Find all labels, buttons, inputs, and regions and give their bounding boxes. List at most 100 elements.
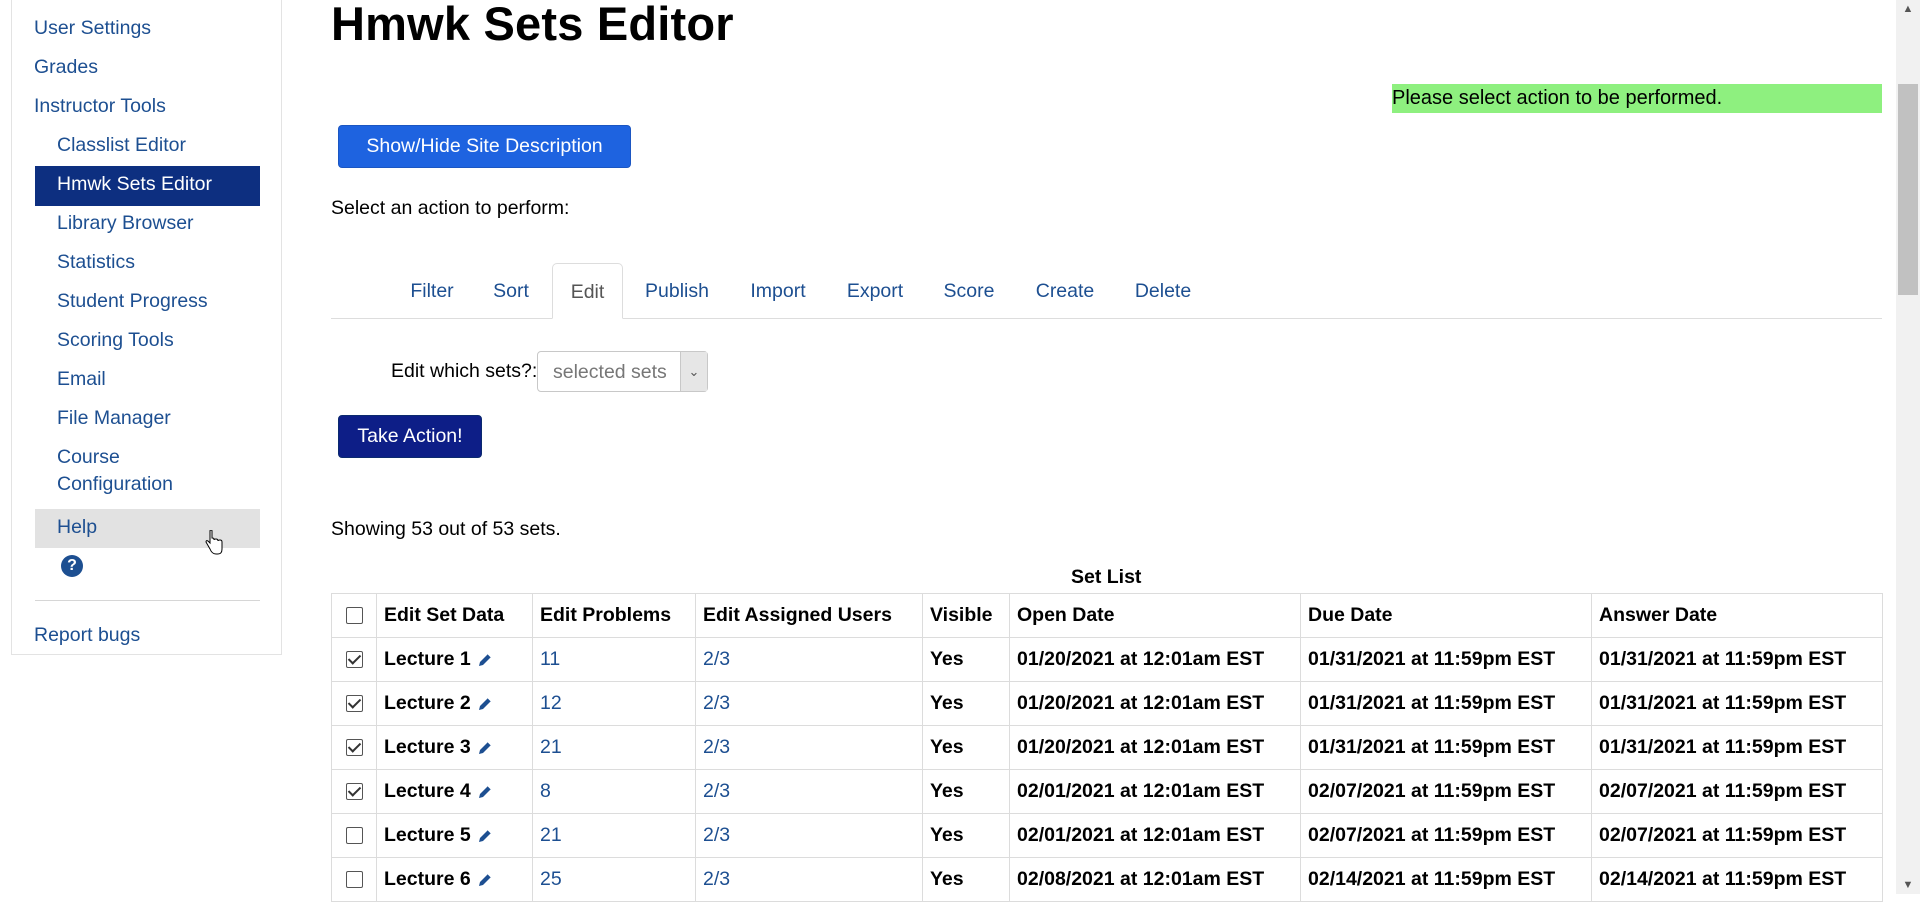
set-name: Lecture 1 [384, 648, 471, 670]
users-cell: 2/3 [695, 725, 923, 770]
edit-problems-link[interactable]: 25 [540, 868, 562, 890]
page-title: Hmwk Sets Editor [331, 0, 734, 50]
open-date-cell: 02/01/2021 at 12:01am EST [1009, 813, 1301, 858]
problems-cell: 8 [532, 769, 696, 814]
pencil-icon[interactable] [477, 872, 493, 888]
sidebar-item-scoring-tools[interactable]: Scoring Tools [57, 329, 174, 352]
due-date-cell: 01/31/2021 at 11:59pm EST [1300, 681, 1592, 726]
scroll-up-arrow-icon[interactable]: ▲ [1900, 2, 1916, 16]
select-all-cell [331, 593, 377, 638]
edit-which-sets-select[interactable]: selected sets ⌄ [537, 351, 708, 392]
sidebar-item-instructor-tools[interactable]: Instructor Tools [34, 95, 166, 118]
tab-export[interactable]: Export [833, 263, 917, 319]
problems-cell: 21 [532, 813, 696, 858]
pencil-icon[interactable] [477, 652, 493, 668]
table-row: Lecture 4 8 2/3 Yes 02/01/2021 at 12:01am ES… [331, 769, 1883, 814]
column-header[interactable]: Due Date [1300, 593, 1592, 638]
sidebar-item-file-manager[interactable]: File Manager [57, 407, 171, 430]
column-header[interactable]: Visible [922, 593, 1010, 638]
edit-assigned-users-link[interactable]: 2/3 [703, 868, 730, 890]
answer-date-cell: 02/07/2021 at 11:59pm EST [1591, 813, 1883, 858]
tab-filter[interactable]: Filter [397, 263, 467, 319]
hand-cursor-icon [205, 530, 223, 555]
row-checkbox[interactable] [345, 695, 363, 713]
edit-assigned-users-link[interactable]: 2/3 [703, 736, 730, 758]
column-header[interactable]: Answer Date [1591, 593, 1883, 638]
column-header[interactable]: Edit Set Data [376, 593, 533, 638]
answer-date-cell: 01/31/2021 at 11:59pm EST [1591, 725, 1883, 770]
select-all-checkbox[interactable] [345, 607, 363, 625]
answer-date-cell: 02/07/2021 at 11:59pm EST [1591, 769, 1883, 814]
edit-problems-link[interactable]: 21 [540, 824, 562, 846]
column-header[interactable]: Edit Problems [532, 593, 696, 638]
edit-problems-link[interactable]: 21 [540, 736, 562, 758]
table-row: Lecture 6 25 2/3 Yes 02/08/2021 at 12:01am E… [331, 857, 1883, 902]
edit-assigned-users-link[interactable]: 2/3 [703, 780, 730, 802]
pencil-icon[interactable] [477, 784, 493, 800]
open-date-cell: 01/20/2021 at 12:01am EST [1009, 725, 1301, 770]
chevron-down-icon: ⌄ [680, 352, 707, 391]
take-action-button[interactable]: Take Action! [338, 415, 482, 458]
open-date-cell: 02/01/2021 at 12:01am EST [1009, 769, 1301, 814]
set-name-cell: Lecture 5 [376, 813, 533, 858]
scrollbar-thumb[interactable] [1898, 84, 1918, 295]
visible-cell: Yes [922, 637, 1010, 682]
row-checkbox[interactable] [345, 739, 363, 757]
row-select-cell [331, 769, 377, 814]
set-name: Lecture 6 [384, 868, 471, 890]
row-checkbox[interactable] [345, 651, 363, 669]
column-header[interactable]: Edit Assigned Users [695, 593, 923, 638]
table-row: Lecture 1 11 2/3 Yes 01/20/2021 at 12:01am E… [331, 637, 1883, 682]
edit-assigned-users-link[interactable]: 2/3 [703, 648, 730, 670]
set-name-cell: Lecture 3 [376, 725, 533, 770]
tab-publish[interactable]: Publish [633, 263, 721, 319]
answer-date-cell: 01/31/2021 at 11:59pm EST [1591, 637, 1883, 682]
pencil-icon[interactable] [477, 696, 493, 712]
row-checkbox[interactable] [345, 871, 363, 889]
sidebar-item-course-configuration[interactable]: Course Configuration [57, 446, 173, 499]
set-name-cell: Lecture 6 [376, 857, 533, 902]
tab-score[interactable]: Score [930, 263, 1008, 319]
pencil-icon[interactable] [477, 828, 493, 844]
sidebar-item-help[interactable]: Help [57, 516, 97, 539]
open-date-cell: 02/08/2021 at 12:01am EST [1009, 857, 1301, 902]
sidebar-item-student-progress[interactable]: Student Progress [57, 290, 208, 313]
edit-problems-link[interactable]: 12 [540, 692, 562, 714]
due-date-cell: 02/07/2021 at 11:59pm EST [1300, 769, 1592, 814]
column-header[interactable]: Open Date [1009, 593, 1301, 638]
tab-import[interactable]: Import [733, 263, 823, 319]
tab-sort[interactable]: Sort [476, 263, 546, 319]
visible-cell: Yes [922, 857, 1010, 902]
edit-problems-link[interactable]: 11 [540, 648, 560, 670]
sidebar-item-grades[interactable]: Grades [34, 56, 98, 79]
tab-edit[interactable]: Edit [552, 263, 623, 319]
set-name-cell: Lecture 1 [376, 637, 533, 682]
visible-cell: Yes [922, 725, 1010, 770]
tab-create[interactable]: Create [1025, 263, 1105, 319]
edit-problems-link[interactable]: 8 [540, 780, 551, 802]
show-hide-site-description-button[interactable]: Show/Hide Site Description [338, 125, 631, 168]
tab-delete[interactable]: Delete [1125, 263, 1201, 319]
report-bugs-link[interactable]: Report bugs [34, 624, 140, 647]
row-checkbox[interactable] [345, 827, 363, 845]
sidebar-item-user-settings[interactable]: User Settings [34, 17, 151, 40]
edit-assigned-users-link[interactable]: 2/3 [703, 692, 730, 714]
answer-date-cell: 01/31/2021 at 11:59pm EST [1591, 681, 1883, 726]
sidebar-item-statistics[interactable]: Statistics [57, 251, 135, 274]
sidebar-item-email[interactable]: Email [57, 368, 106, 391]
scroll-down-arrow-icon[interactable]: ▼ [1900, 878, 1916, 892]
due-date-cell: 01/31/2021 at 11:59pm EST [1300, 725, 1592, 770]
sidebar-item-label-line2: Configuration [57, 473, 173, 495]
row-checkbox[interactable] [345, 783, 363, 801]
question-circle-icon[interactable]: ? [61, 555, 83, 577]
edit-assigned-users-link[interactable]: 2/3 [703, 824, 730, 846]
set-name: Lecture 4 [384, 780, 471, 802]
set-name-cell: Lecture 4 [376, 769, 533, 814]
sidebar-item-library-browser[interactable]: Library Browser [57, 212, 194, 235]
row-select-cell [331, 813, 377, 858]
pencil-icon[interactable] [477, 740, 493, 756]
sidebar-item-classlist-editor[interactable]: Classlist Editor [57, 134, 186, 157]
due-date-cell: 02/07/2021 at 11:59pm EST [1300, 813, 1592, 858]
sidebar-item-hmwk-sets-editor[interactable]: Hmwk Sets Editor [57, 173, 212, 196]
open-date-cell: 01/20/2021 at 12:01am EST [1009, 681, 1301, 726]
